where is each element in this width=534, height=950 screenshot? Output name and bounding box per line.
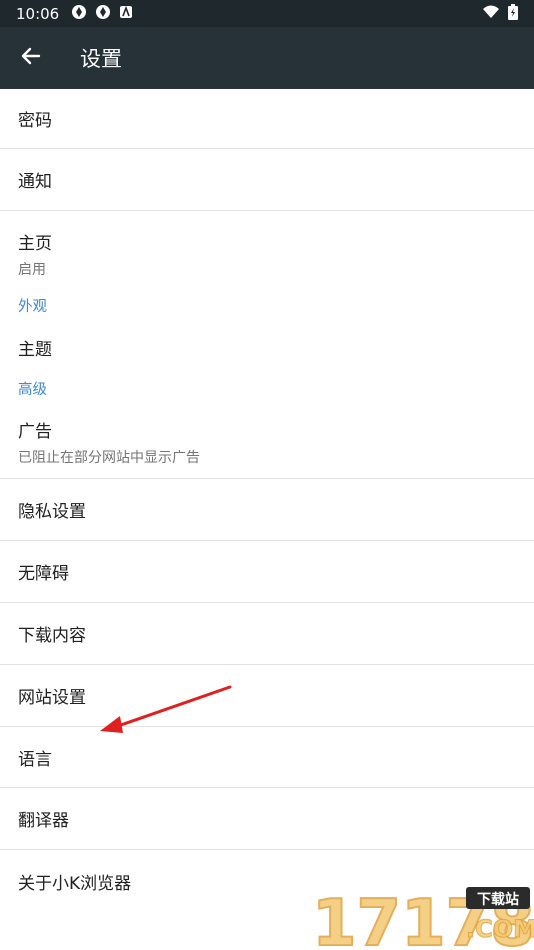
back-arrow-icon [21,46,41,70]
settings-item-accessibility[interactable]: 无障碍 [0,541,534,603]
item-title: 语言 [18,749,52,770]
item-title: 主页 [18,234,52,254]
item-summary: 已阻止在部分网站中显示广告 [18,449,200,466]
settings-item-translator[interactable]: 翻译器 [0,788,534,850]
settings-item-downloads[interactable]: 下载内容 [0,603,534,665]
watermark-suffix: .COM [466,915,534,943]
section-header-advanced: 高级 [18,381,47,398]
section-header-appearance: 外观 [18,298,47,315]
settings-item-privacy[interactable]: 隐私设置 [0,479,534,541]
settings-item-site-settings[interactable]: 网站设置 [0,665,534,727]
settings-item-homepage[interactable]: 主页 启用 [0,211,534,291]
item-title: 翻译器 [18,811,69,831]
settings-item-language[interactable]: 语言 [0,727,534,788]
status-time: 10:06 [16,4,60,23]
sync-icon [95,4,111,24]
item-title: 广告 [18,421,52,442]
status-bar: 10:06 [0,0,534,27]
settings-item-password[interactable]: 密码 [0,89,534,149]
settings-item-about[interactable]: 关于小K浏览器 [0,850,534,912]
app-notification-icon [119,5,133,23]
item-title: 通知 [18,172,52,192]
item-summary: 启用 [18,262,46,278]
settings-item-notifications[interactable]: 通知 [0,149,534,211]
page-title: 设置 [80,47,122,71]
sync-icon [71,4,87,24]
app-bar: 设置 [0,27,534,89]
item-title: 密码 [18,111,52,131]
item-title: 关于小K浏览器 [18,873,132,894]
item-title: 隐私设置 [18,502,86,522]
item-title: 无障碍 [18,564,69,584]
settings-item-theme[interactable]: 主题 [0,319,534,375]
settings-list: 密码 通知 主页 启用 外观 主题 高级 广告 已阻止在部分网站中显示广告 隐私… [0,89,534,912]
back-button[interactable] [0,27,62,89]
item-title: 主题 [18,339,52,360]
item-title: 网站设置 [18,688,86,708]
wifi-icon [482,5,500,23]
item-title: 下载内容 [18,626,86,646]
battery-icon [508,3,518,24]
settings-item-ads[interactable]: 广告 已阻止在部分网站中显示广告 [0,401,534,479]
